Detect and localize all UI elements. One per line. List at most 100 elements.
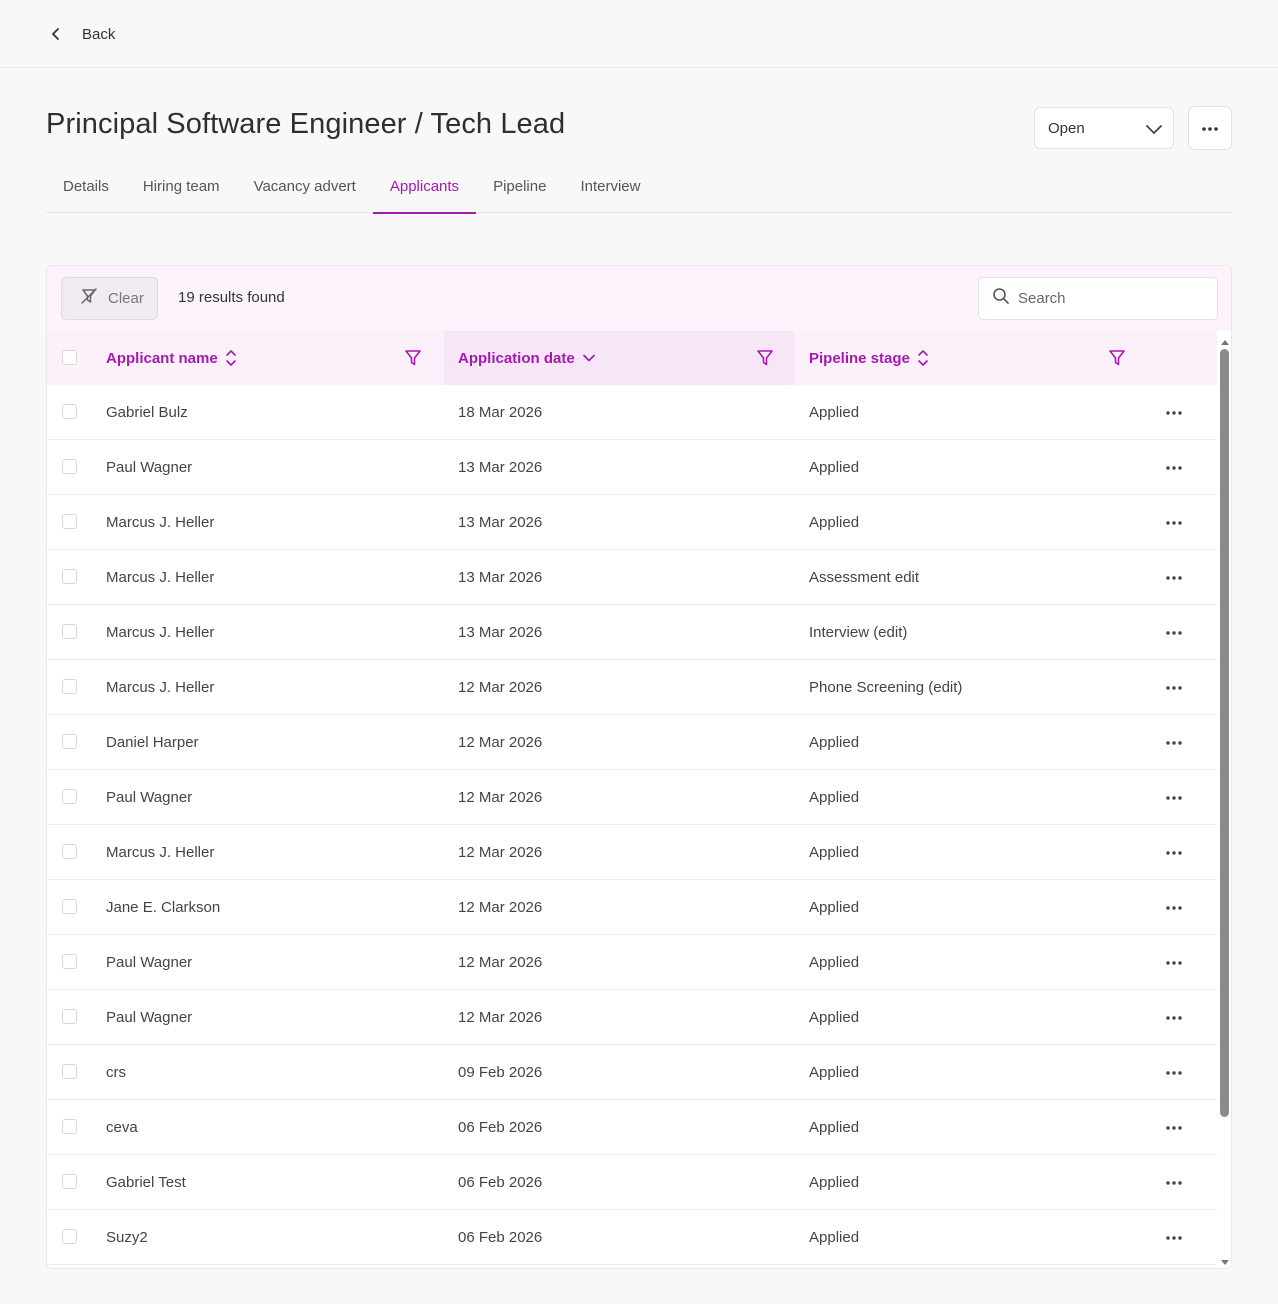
filter-icon[interactable] (404, 349, 422, 367)
row-actions-button[interactable] (1165, 1171, 1183, 1193)
sort-icon[interactable] (225, 349, 237, 367)
row-checkbox[interactable] (62, 1009, 77, 1024)
row-actions-button[interactable] (1165, 841, 1183, 863)
applicant-name[interactable]: Suzy2 (106, 1210, 148, 1264)
row-actions-button[interactable] (1165, 621, 1183, 643)
table-row[interactable]: Paul Wagner 12 Mar 2026 Applied (47, 935, 1217, 990)
back-button[interactable]: Back (44, 18, 115, 50)
table-row[interactable]: crs 09 Feb 2026 Applied (47, 1045, 1217, 1100)
table-row[interactable]: Paul Wagner 12 Mar 2026 Applied (47, 770, 1217, 825)
applicant-name[interactable]: Paul Wagner (106, 440, 192, 494)
row-actions-button[interactable] (1165, 1061, 1183, 1083)
tab-vacancy-advert[interactable]: Vacancy advert (237, 165, 373, 213)
row-actions-button[interactable] (1165, 566, 1183, 588)
row-checkbox[interactable] (62, 1174, 77, 1189)
table-row[interactable]: Suzy2 06 Feb 2026 Applied (47, 1210, 1217, 1265)
row-checkbox[interactable] (62, 1064, 77, 1079)
pipeline-stage: Applied (809, 1063, 860, 1081)
applicant-name[interactable]: Marcus J. Heller (106, 495, 214, 549)
applicant-name[interactable]: Marcus J. Heller (106, 660, 214, 714)
row-checkbox[interactable] (62, 1119, 77, 1134)
applicant-name[interactable]: Paul Wagner (106, 990, 192, 1044)
pipeline-stage: Applied (809, 403, 860, 421)
sort-icon[interactable] (917, 349, 929, 367)
table-row[interactable]: Marcus J. Heller 13 Mar 2026 Interview (ed… (47, 605, 1217, 660)
table-row[interactable]: ceva 06 Feb 2026 Applied (47, 1100, 1217, 1155)
filter-icon[interactable] (756, 349, 774, 367)
applicant-name[interactable]: Marcus J. Heller (106, 550, 214, 604)
applicant-name[interactable]: Marcus J. Heller (106, 605, 214, 659)
row-actions-button[interactable] (1165, 896, 1183, 918)
row-actions-button[interactable] (1165, 676, 1183, 698)
chevron-down-icon (1143, 118, 1165, 140)
row-actions-button[interactable] (1165, 786, 1183, 808)
row-checkbox[interactable] (62, 954, 77, 969)
table-row[interactable]: Daniel Harper 12 Mar 2026 Applied (47, 715, 1217, 770)
table-row[interactable]: Gabriel Test 06 Feb 2026 Applied (47, 1155, 1217, 1210)
applicant-name[interactable]: ceva (106, 1100, 138, 1154)
row-checkbox[interactable] (62, 404, 77, 419)
applicant-name[interactable]: crs (106, 1045, 126, 1099)
applicant-name[interactable]: Daniel Harper (106, 715, 199, 769)
table-row[interactable]: Jane E. Clarkson 12 Mar 2026 Applied (47, 880, 1217, 935)
table-row[interactable]: Gabriel Bulz 18 Mar 2026 Applied (47, 385, 1217, 440)
row-checkbox[interactable] (62, 514, 77, 529)
row-checkbox[interactable] (62, 624, 77, 639)
row-actions-button[interactable] (1165, 1006, 1183, 1028)
table-row[interactable]: Marcus J. Heller 13 Mar 2026 Applied (47, 495, 1217, 550)
row-checkbox[interactable] (62, 679, 77, 694)
more-actions-button[interactable] (1188, 106, 1232, 150)
tab-details[interactable]: Details (46, 165, 126, 213)
column-application-date: Application date (444, 331, 795, 385)
more-horizontal-icon (1165, 623, 1183, 641)
row-checkbox[interactable] (62, 734, 77, 749)
table-row[interactable]: Paul Wagner 12 Mar 2026 Applied (47, 990, 1217, 1045)
row-actions-button[interactable] (1165, 1226, 1183, 1248)
row-checkbox[interactable] (62, 844, 77, 859)
applicant-name[interactable]: Gabriel Bulz (106, 385, 188, 439)
row-checkbox[interactable] (62, 899, 77, 914)
applicant-name[interactable]: Gabriel Test (106, 1155, 186, 1209)
tab-applicants[interactable]: Applicants (372, 165, 477, 214)
application-date: 12 Mar 2026 (458, 1008, 543, 1026)
row-actions-button[interactable] (1165, 511, 1183, 533)
table-row[interactable]: Marcus J. Heller 12 Mar 2026 Phone Screeni… (47, 660, 1217, 715)
row-actions-button[interactable] (1165, 401, 1183, 423)
select-all-checkbox[interactable] (62, 350, 77, 365)
row-actions-button[interactable] (1165, 951, 1183, 973)
vertical-scrollbar[interactable] (1217, 331, 1231, 1268)
search-input[interactable] (1018, 290, 1198, 307)
row-actions-button[interactable] (1165, 1116, 1183, 1138)
chevron-left-icon (44, 22, 68, 46)
row-checkbox[interactable] (62, 1229, 77, 1244)
scroll-up-icon[interactable] (1220, 335, 1230, 345)
applicant-name[interactable]: Paul Wagner (106, 770, 192, 824)
tab-interview[interactable]: Interview (563, 165, 657, 213)
tab-hiring-team[interactable]: Hiring team (126, 165, 237, 213)
table-row[interactable]: Marcus J. Heller 12 Mar 2026 Applied (47, 825, 1217, 880)
more-horizontal-icon (1165, 513, 1183, 531)
status-value: Open (1048, 119, 1085, 137)
row-checkbox[interactable] (62, 789, 77, 804)
row-actions-button[interactable] (1165, 731, 1183, 753)
row-checkbox[interactable] (62, 569, 77, 584)
pipeline-stage: Applied (809, 788, 860, 806)
status-dropdown[interactable]: Open (1034, 107, 1174, 149)
pipeline-stage: Applied (809, 1008, 860, 1026)
table-toolbar: Clear 19 results found (47, 266, 1231, 331)
applicant-name[interactable]: Jane E. Clarkson (106, 880, 220, 934)
applicant-name[interactable]: Paul Wagner (106, 935, 192, 989)
more-horizontal-icon (1165, 898, 1183, 916)
tab-pipeline[interactable]: Pipeline (476, 165, 563, 213)
row-checkbox[interactable] (62, 459, 77, 474)
table-row[interactable]: Marcus J. Heller 13 Mar 2026 Assessment ed… (47, 550, 1217, 605)
filter-icon[interactable] (1108, 349, 1126, 367)
scrollbar-thumb[interactable] (1220, 349, 1229, 1117)
sort-descending-icon[interactable] (582, 351, 596, 365)
applicant-name[interactable]: Marcus J. Heller (106, 825, 214, 879)
scroll-down-icon[interactable] (1220, 1254, 1230, 1265)
row-actions-button[interactable] (1165, 456, 1183, 478)
back-label: Back (82, 25, 116, 43)
table-row[interactable]: Paul Wagner 13 Mar 2026 Applied (47, 440, 1217, 495)
clear-filters-button[interactable]: Clear (61, 277, 158, 320)
